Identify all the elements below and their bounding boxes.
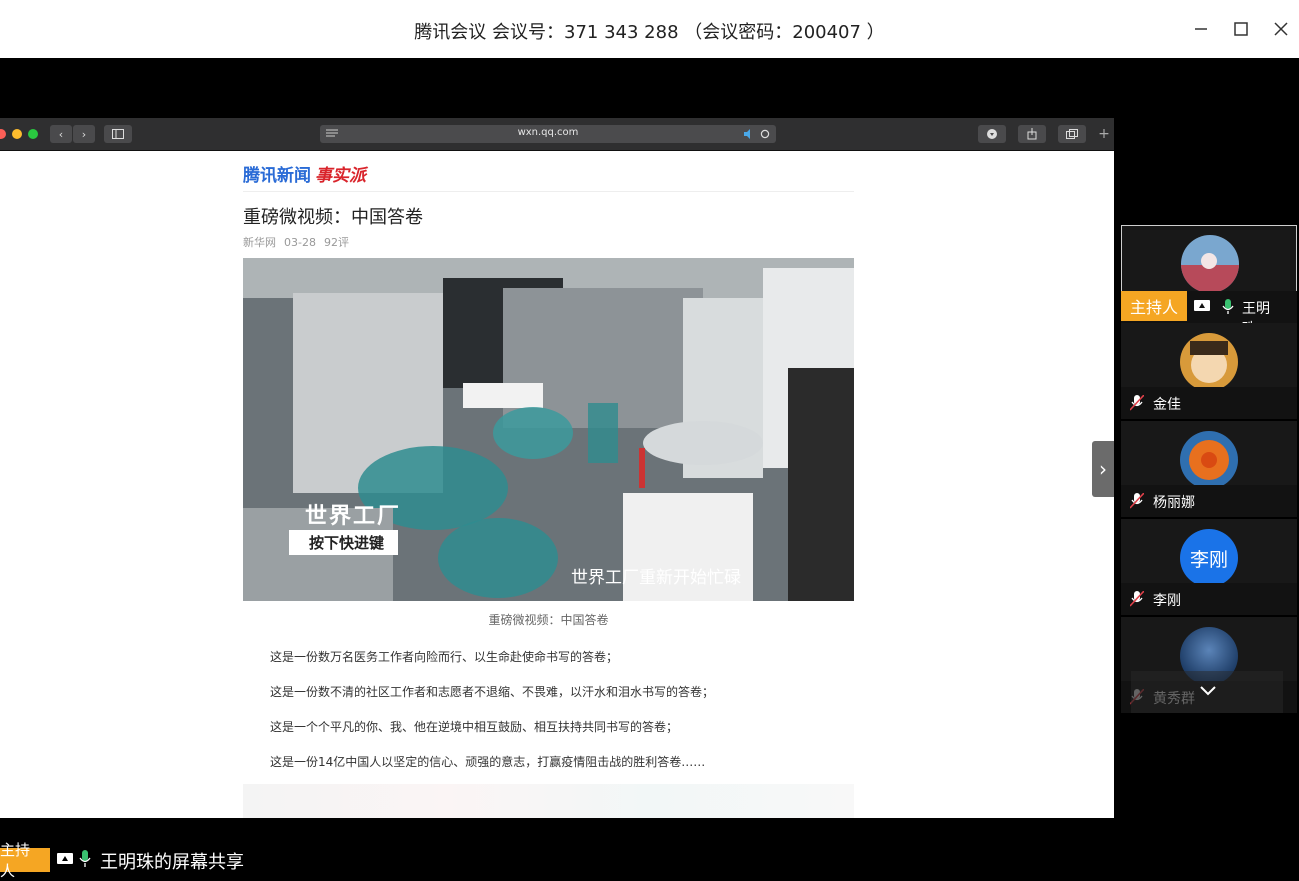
zoom-dot-icon[interactable]: [28, 129, 38, 139]
chevron-right-icon: ›: [1099, 457, 1107, 481]
scroll-down-button[interactable]: [1131, 671, 1283, 713]
participant-tile[interactable]: 金佳: [1121, 323, 1297, 419]
reload-icon: [760, 129, 770, 139]
logo-text: 腾讯新闻: [243, 166, 311, 186]
avatar: 李刚: [1180, 529, 1238, 587]
chevron-left-icon: ‹: [58, 127, 64, 141]
host-badge: 主持人: [0, 841, 50, 880]
article-date: 03-28: [284, 236, 316, 249]
close-icon: [1274, 22, 1288, 36]
sidebar-button[interactable]: [104, 125, 132, 143]
video-overlay-sub: 按下快进键: [289, 530, 399, 555]
avatar: [1181, 235, 1239, 293]
share-icon: [1027, 128, 1037, 140]
forward-button[interactable]: ›: [73, 125, 95, 143]
participant-namebar: 金佳: [1121, 387, 1297, 419]
maximize-button[interactable]: [1226, 14, 1256, 44]
sidebar-icon: [112, 129, 124, 139]
participant-namebar: 杨丽娜: [1121, 485, 1297, 517]
browser-toolbar: ‹ › wxn.qq.com +: [0, 118, 1114, 151]
shared-screen: ‹ › wxn.qq.com + 腾讯新闻 事实派 重磅微视频：中国答卷 新华网 0…: [0, 118, 1114, 818]
video-subtitle: 世界工厂重新开始忙碌: [571, 568, 741, 588]
share-status-bar: 主持人 王明珠的屏幕共享: [0, 841, 400, 880]
microphone-icon: [79, 850, 91, 867]
divider: [243, 191, 854, 192]
avatar-image: [1181, 235, 1239, 293]
next-image: [243, 784, 854, 818]
back-button[interactable]: ‹: [50, 125, 72, 143]
participant-name: 金佳: [1153, 397, 1181, 413]
article-headline: 重磅微视频：中国答卷: [243, 207, 423, 228]
screen-share-icon: [57, 853, 73, 864]
close-button[interactable]: [1266, 14, 1296, 44]
participant-namebar: 主持人 王明珠...: [1121, 291, 1297, 337]
close-dot-icon[interactable]: [0, 129, 6, 139]
avatar: [1180, 431, 1238, 489]
address-bar[interactable]: wxn.qq.com: [320, 125, 776, 143]
video-caption: 重磅微视频：中国答卷: [488, 613, 609, 627]
avatar: [1180, 333, 1238, 391]
tabs-button[interactable]: [1058, 125, 1086, 143]
url-text: wxn.qq.com: [517, 127, 579, 138]
article-source[interactable]: 新华网: [243, 236, 276, 249]
participant-tile[interactable]: 黄秀群: [1121, 617, 1297, 713]
article-paragraph: 这是一份数不清的社区工作者和志愿者不退缩、不畏难，以汗水和泪水书写的答卷；: [270, 685, 715, 699]
tabs-icon: [1066, 129, 1078, 139]
new-tab-button[interactable]: +: [1094, 125, 1114, 143]
participant-namebar: 李刚: [1121, 583, 1297, 615]
host-badge: 主持人: [1121, 291, 1187, 321]
comment-count[interactable]: 92评: [324, 236, 349, 249]
avatar-image: [1180, 431, 1238, 489]
article-meta: 新华网 03-28 92评: [243, 234, 357, 250]
screen-share-icon: [1194, 300, 1210, 311]
chevron-right-icon: ›: [81, 127, 87, 141]
microphone-muted-icon: [1130, 395, 1144, 411]
minimize-icon: [1195, 28, 1207, 30]
meeting-title: 腾讯会议 会议号：371 343 288 （会议密码：200407 ）: [414, 22, 885, 43]
chevron-down-icon: [1200, 686, 1216, 696]
plus-icon: +: [1098, 126, 1110, 142]
participant-tile-host[interactable]: 主持人 王明珠...: [1121, 225, 1297, 337]
expand-panel-button[interactable]: ›: [1092, 441, 1114, 497]
logo-tag: 事实派: [315, 166, 366, 186]
article-paragraph: 这是一个个平凡的你、我、他在逆境中相互鼓励、相互扶持共同书写的答卷；: [270, 720, 679, 734]
microphone-muted-icon: [1130, 493, 1144, 509]
video-player[interactable]: 世界工厂 按下快进键 世界工厂重新开始忙碌: [243, 258, 854, 601]
avatar-image: [1180, 333, 1238, 391]
download-button[interactable]: [978, 125, 1006, 143]
download-icon: [987, 129, 997, 139]
microphone-muted-icon: [1130, 591, 1144, 607]
news-logo[interactable]: 腾讯新闻 事实派: [243, 161, 366, 186]
video-overlay-title: 世界工厂: [305, 504, 402, 529]
avatar-initials: 李刚: [1189, 548, 1228, 571]
microphone-icon: [1222, 299, 1234, 314]
maximize-icon: [1234, 22, 1248, 36]
minimize-button[interactable]: [1186, 14, 1216, 44]
article-paragraph: 这是一份14亿中国人以坚定的信心、顽强的意志，打赢疫情阻击战的胜利答卷……: [270, 755, 706, 769]
participant-tile[interactable]: 杨丽娜: [1121, 421, 1297, 517]
participant-name: 李刚: [1153, 593, 1181, 609]
minimize-dot-icon[interactable]: [12, 129, 22, 139]
speaker-icon: [744, 129, 750, 139]
title-bar: 腾讯会议 会议号：371 343 288 （会议密码：200407 ）: [0, 0, 1299, 58]
share-button[interactable]: [1018, 125, 1046, 143]
participant-name: 杨丽娜: [1153, 495, 1195, 511]
article-paragraph: 这是一份数万名医务工作者向险而行、以生命赴使命书写的答卷；: [270, 650, 619, 664]
share-status-text: 王明珠的屏幕共享: [100, 852, 244, 873]
participant-tile[interactable]: 李刚 李刚: [1121, 519, 1297, 615]
web-page: 腾讯新闻 事实派 重磅微视频：中国答卷 新华网 03-28 92评 世界工厂 按…: [0, 151, 1114, 818]
